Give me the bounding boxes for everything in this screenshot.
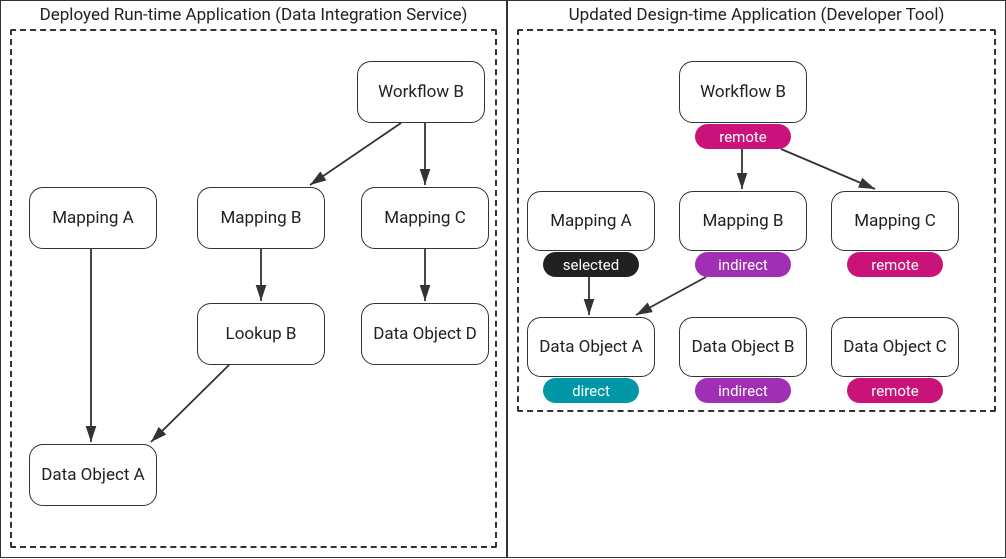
node-data-object-b: Data Object B [679,317,807,377]
node-mapping-a: Mapping A [29,187,157,249]
badge-mapping-c-remote: remote [847,252,943,277]
badge-data-object-c-remote: remote [847,378,943,403]
badge-mapping-a-selected: selected [543,252,639,277]
badge-data-object-a-direct: direct [543,378,639,403]
node-data-object-c: Data Object C [831,317,959,377]
node-mapping-b: Mapping B [679,191,807,251]
badge-workflow-b-remote: remote [695,124,791,149]
node-data-object-a: Data Object A [527,317,655,377]
node-mapping-a: Mapping A [527,191,655,251]
badge-mapping-b-indirect: indirect [695,252,791,277]
node-data-object-d: Data Object D [361,303,489,365]
panel-deployed-runtime: Deployed Run-time Application (Data Inte… [0,0,507,558]
badge-data-object-b-indirect: indirect [695,378,791,403]
node-mapping-c: Mapping C [361,187,489,249]
node-lookup-b: Lookup B [197,303,325,365]
diagram-root: Deployed Run-time Application (Data Inte… [0,0,1006,558]
node-workflow-b: Workflow B [679,61,807,123]
node-workflow-b: Workflow B [357,61,485,123]
node-data-object-a: Data Object A [29,444,157,506]
node-mapping-b: Mapping B [197,187,325,249]
node-mapping-c: Mapping C [831,191,959,251]
panel-updated-designtime: Updated Design-time Application (Develop… [507,0,1006,558]
